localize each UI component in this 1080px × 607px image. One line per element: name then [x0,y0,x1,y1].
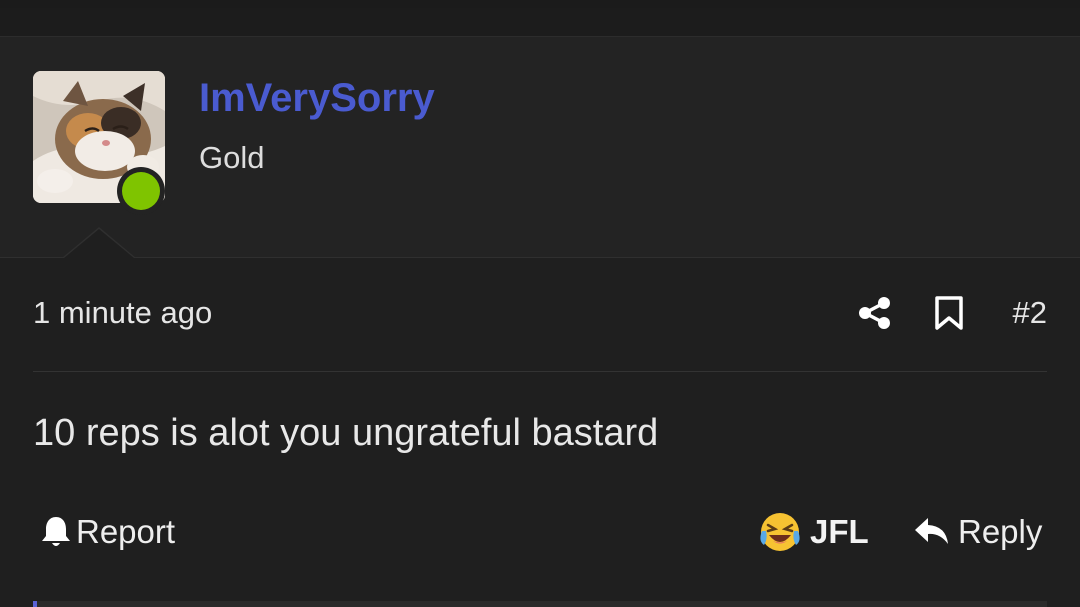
report-button[interactable]: Report [40,513,175,551]
reply-button[interactable]: Reply [914,513,1042,551]
reaction-label: JFL [810,513,869,550]
divider [33,371,1047,372]
post-message: 10 reps is alot you ungrateful bastard [33,412,659,454]
bell-icon [42,517,70,546]
laughing-crying-emoji-icon [760,513,800,551]
online-status-indicator [122,172,160,210]
reply-arrow-icon [915,518,948,544]
post-timestamp[interactable]: 1 minute ago [33,296,212,330]
post-number-link[interactable]: #2 [1013,296,1047,330]
user-title: Gold [199,140,265,175]
reply-label: Reply [958,513,1043,550]
username[interactable]: ImVerySorry [199,76,435,120]
report-label: Report [76,513,176,550]
user-header-caret-fill [64,229,134,258]
next-post-accent [33,601,37,607]
header-band [0,8,1080,37]
share-icon[interactable] [858,296,892,330]
next-post-border [33,601,1047,607]
reaction-button[interactable]: JFL [758,511,869,553]
bookmark-icon[interactable] [934,296,964,330]
